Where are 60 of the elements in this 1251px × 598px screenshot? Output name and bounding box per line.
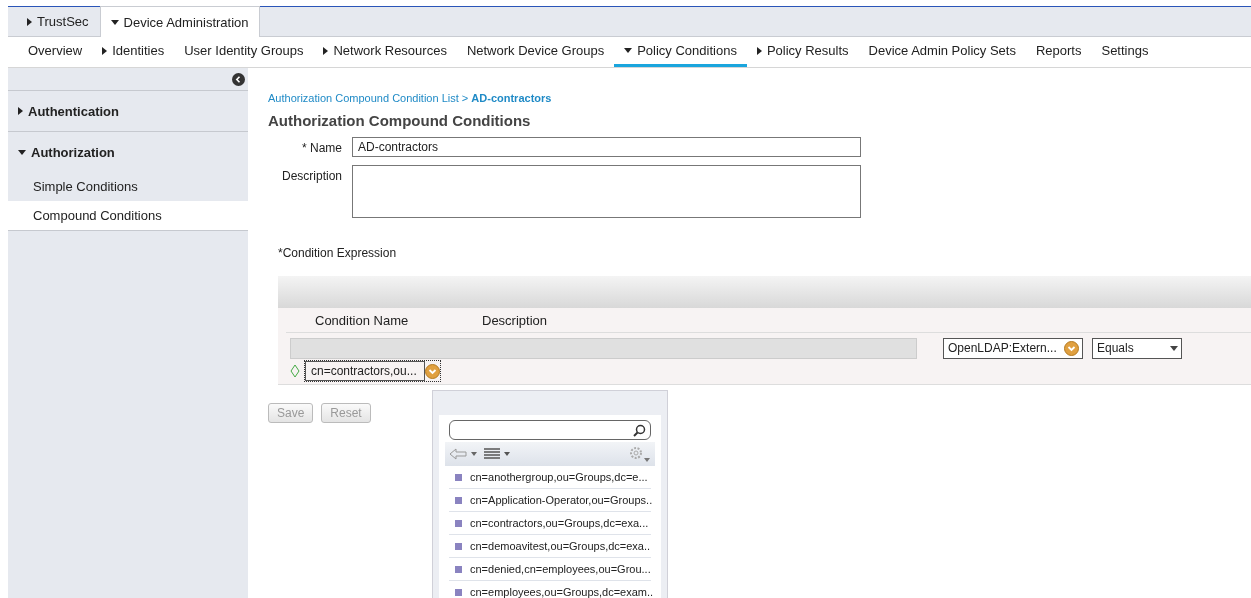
- group-icon: [455, 473, 462, 481]
- gear-icon[interactable]: [627, 445, 651, 463]
- group-option[interactable]: cn=employees,ou=Groups,dc=exam..: [449, 581, 651, 598]
- column-header: Description: [482, 312, 548, 328]
- nav-tab[interactable]: Network Resources: [313, 37, 457, 67]
- field-label: Description: [280, 168, 342, 183]
- caret-right-icon: [323, 46, 329, 55]
- dropdown-circle-icon[interactable]: [425, 363, 440, 379]
- caret-down-icon: [110, 19, 119, 25]
- tab[interactable]: TrustSec: [16, 6, 100, 36]
- breadcrumb-separator: >: [461, 92, 469, 104]
- search-icon: [633, 423, 646, 437]
- sidebar-item[interactable]: Simple Conditions: [8, 172, 248, 201]
- sidebar-item[interactable]: Compound Conditions: [8, 201, 248, 230]
- tab[interactable]: Device Administration: [99, 6, 260, 37]
- nav-tab[interactable]: Reports: [1025, 37, 1092, 67]
- collapse-icon[interactable]: [232, 72, 245, 86]
- caret-right-icon: [27, 17, 32, 26]
- group-icon: [455, 519, 462, 527]
- section-label: *Condition Expression: [278, 246, 398, 260]
- operator-select[interactable]: Equals: [1092, 337, 1182, 359]
- value-field[interactable]: cn=contractors,ou...: [305, 361, 425, 381]
- group-icon: [455, 565, 462, 573]
- attribute-select[interactable]: OpenLDAP:Extern...: [943, 337, 1083, 359]
- group-option[interactable]: cn=Application-Operator,ou=Groups..: [449, 489, 651, 512]
- list-view-icon[interactable]: [483, 448, 511, 460]
- nav-tab[interactable]: Identities: [92, 37, 175, 67]
- column-header: Condition Name: [315, 312, 409, 328]
- group-icon: [455, 496, 462, 504]
- nav-tab[interactable]: Settings: [1091, 37, 1159, 67]
- caret-right-icon: [102, 46, 108, 55]
- nav-tab[interactable]: User Identity Groups: [174, 37, 314, 67]
- name-field[interactable]: AD-contractors: [352, 137, 861, 157]
- group-option[interactable]: cn=denied,cn=employees,ou=Grou...: [449, 558, 651, 581]
- group-icon: [455, 588, 462, 596]
- caret-right-icon: [756, 46, 762, 55]
- caret-down-icon: [1170, 345, 1178, 351]
- nav-tab[interactable]: Network Device Groups: [456, 37, 615, 67]
- breadcrumb-link[interactable]: Authorization Compound Condition List: [268, 92, 459, 104]
- back-arrow-icon[interactable]: [449, 448, 477, 460]
- sidebar-section[interactable]: Authorization: [8, 132, 248, 172]
- caret-right-icon: [18, 107, 23, 115]
- dropdown-circle-icon[interactable]: [1064, 340, 1079, 356]
- caret-down-icon: [18, 149, 26, 155]
- nav-tab[interactable]: Policy Conditions: [614, 37, 747, 67]
- group-option[interactable]: cn=contractors,ou=Groups,dc=exa...: [449, 512, 651, 535]
- nav-tab[interactable]: Overview: [18, 37, 93, 67]
- page-title: Authorization Compound Conditions: [268, 112, 532, 129]
- group-option[interactable]: cn=anothergroup,ou=Groups,dc=e...: [449, 466, 651, 489]
- sidebar-section[interactable]: Authentication: [8, 91, 248, 132]
- caret-down-icon: [624, 48, 633, 53]
- breadcrumb-current: AD-contractors: [471, 92, 552, 104]
- field-label: * Name: [301, 140, 342, 155]
- group-option[interactable]: cn=demoavitest,ou=Groups,dc=exa..: [449, 535, 651, 558]
- nav-tab[interactable]: Policy Results: [746, 37, 859, 67]
- nav-tab[interactable]: Device Admin Policy Sets: [858, 37, 1026, 67]
- group-icon: [455, 542, 462, 550]
- diamond-icon: [290, 364, 300, 378]
- search-field[interactable]: [449, 420, 651, 440]
- description-field[interactable]: [352, 165, 861, 218]
